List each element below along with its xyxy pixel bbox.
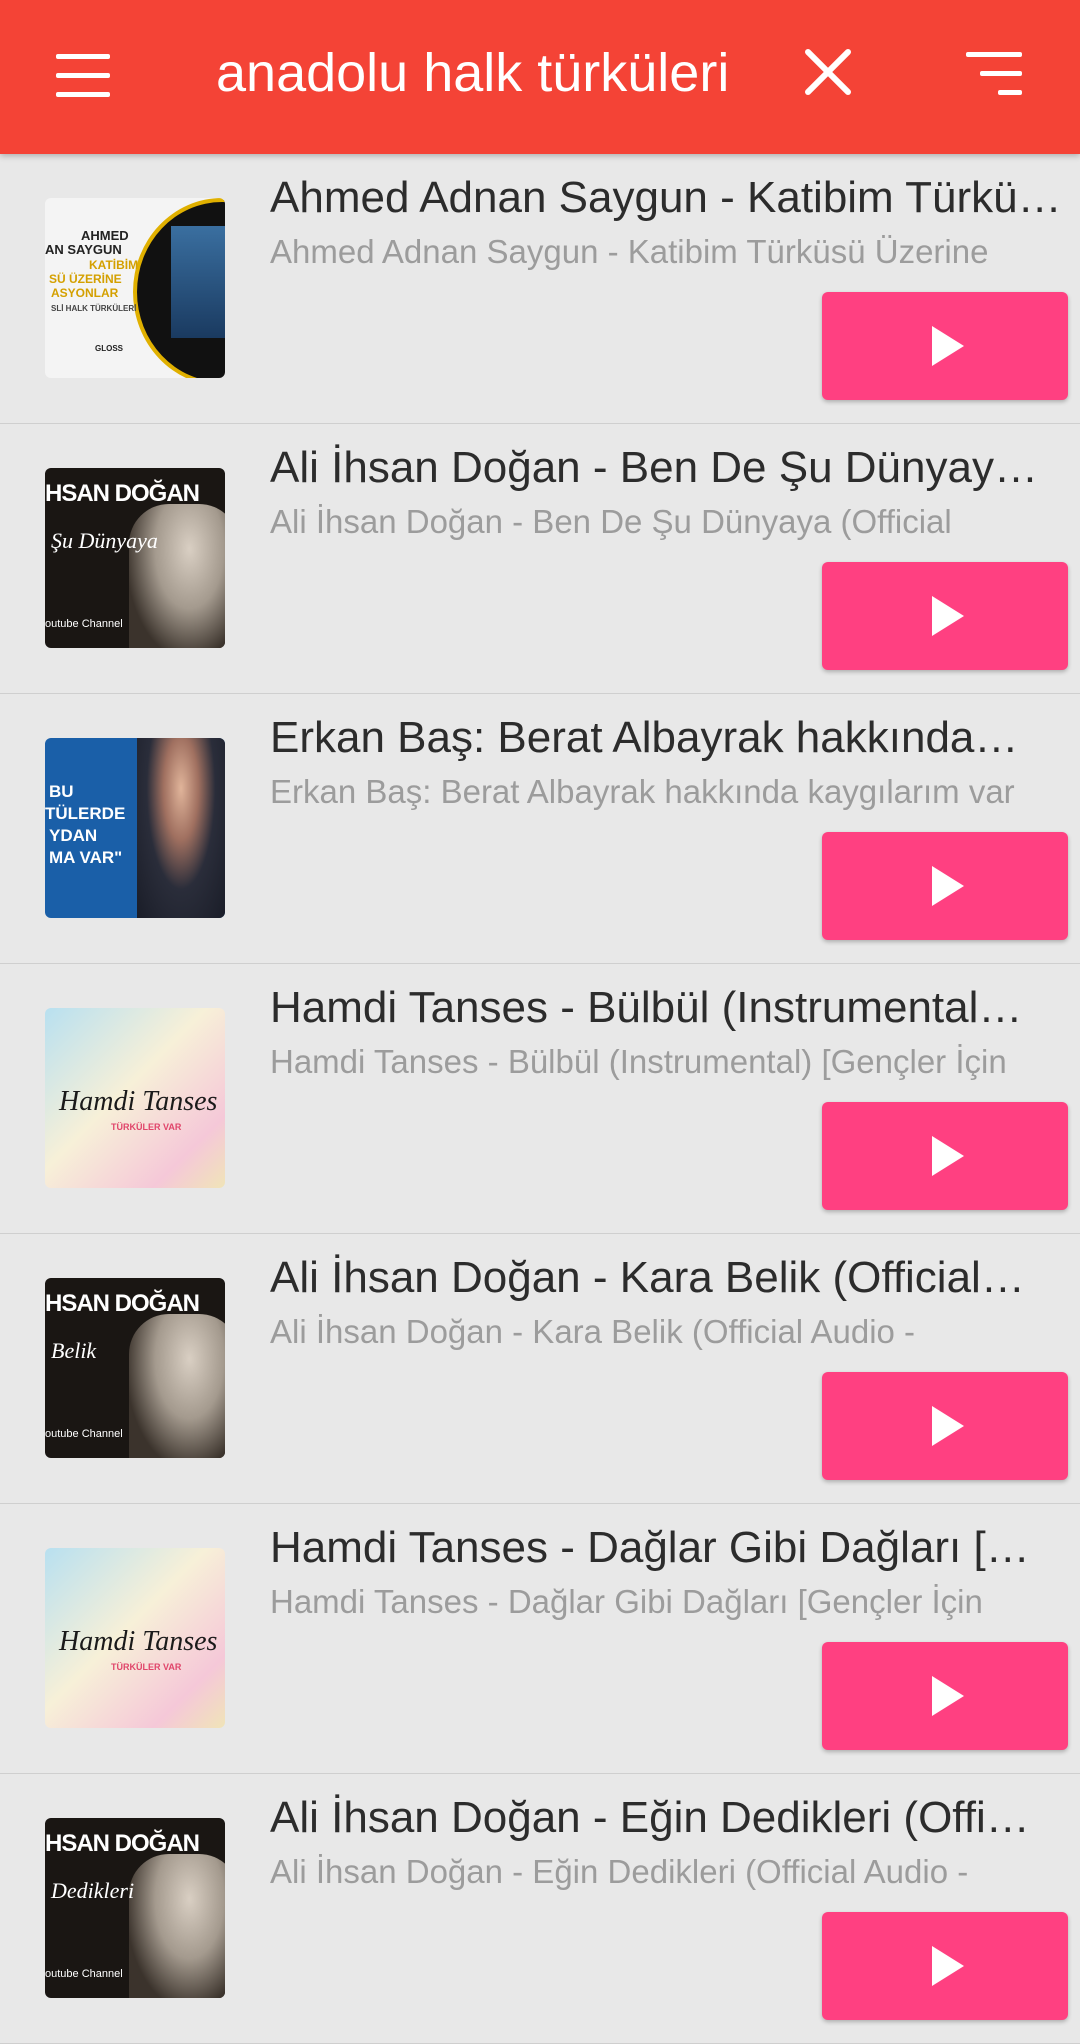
thumbnail-text: YDAN: [49, 826, 98, 845]
thumbnail-text: TÜLERDE: [45, 804, 126, 823]
list-item[interactable]: AHMED AN SAYGUN KATİBİM SÜ ÜZERİNE ASYONLAR S…: [0, 154, 1080, 424]
thumbnail-text: Hamdi Tanses: [59, 1626, 218, 1657]
search-query-title[interactable]: anadolu halk türküleri: [216, 38, 729, 108]
item-subtitle: Ali İhsan Doğan - Kara Belik (Official A…: [270, 1313, 916, 1350]
item-title[interactable]: Ali İhsan Doğan - Kara Belik (Official…: [270, 1246, 1080, 1310]
artist-photo: [129, 1854, 225, 1998]
menu-icon[interactable]: [48, 44, 116, 108]
play-button[interactable]: [822, 292, 1068, 400]
thumbnail-text: TÜRKÜLER VAR: [111, 1662, 182, 1672]
play-button[interactable]: [822, 1372, 1068, 1480]
item-subtitle: Ali İhsan Doğan - Ben De Şu Dünyaya (Off…: [270, 503, 952, 540]
thumbnail-text: SÜ ÜZERİNE: [49, 272, 122, 286]
app-bar: anadolu halk türküleri: [0, 0, 1080, 154]
thumbnail-text: outube Channel: [45, 618, 123, 630]
thumbnail-text: Hamdi Tanses: [59, 1086, 218, 1117]
list-item[interactable]: HSAN DOĞAN Belik outube Channel Ali İhsan D…: [0, 1234, 1080, 1504]
video-thumbnail[interactable]: HSAN DOĞAN Dedikleri outube Channel: [45, 1818, 225, 1998]
thumbnail-text: AN SAYGUN: [45, 242, 122, 257]
results-list: AHMED AN SAYGUN KATİBİM SÜ ÜZERİNE ASYONLAR S…: [0, 154, 1080, 2044]
play-button[interactable]: [822, 562, 1068, 670]
video-thumbnail[interactable]: Hamdi Tanses TÜRKÜLER VAR: [45, 1008, 225, 1188]
thumbnail-text: BU: [49, 782, 74, 801]
video-thumbnail[interactable]: HSAN DOĞAN Belik outube Channel: [45, 1278, 225, 1458]
video-thumbnail[interactable]: BU TÜLERDE YDAN MA VAR": [45, 738, 225, 918]
sort-icon[interactable]: [962, 44, 1030, 108]
video-thumbnail[interactable]: HSAN DOĞAN Şu Dünyaya outube Channel: [45, 468, 225, 648]
thumbnail-text: MA VAR": [49, 848, 123, 867]
list-item[interactable]: BU TÜLERDE YDAN MA VAR" Erkan Baş: Berat Alb…: [0, 694, 1080, 964]
thumbnail-text: AHMED: [81, 228, 129, 243]
artist-photo: [129, 1314, 225, 1458]
play-icon: [932, 866, 964, 906]
item-subtitle: Hamdi Tanses - Bülbül (Instrumental) [Ge…: [270, 1043, 1007, 1080]
list-item[interactable]: HSAN DOĞAN Şu Dünyaya outube Channel Ali İh…: [0, 424, 1080, 694]
thumbnail-text: TÜRKÜLER VAR: [111, 1122, 182, 1132]
item-subtitle: Ali İhsan Doğan - Eğin Dedikleri (Offici…: [270, 1853, 969, 1890]
thumbnail-text: HSAN DOĞAN: [45, 1290, 200, 1317]
thumbnail-text: Şu Dünyaya: [51, 528, 158, 553]
play-icon: [932, 1406, 964, 1446]
item-title[interactable]: Ali İhsan Doğan - Eğin Dedikleri (Offi…: [270, 1786, 1080, 1850]
play-button[interactable]: [822, 1102, 1068, 1210]
thumbnail-text: Dedikleri: [51, 1878, 135, 1903]
video-thumbnail[interactable]: AHMED AN SAYGUN KATİBİM SÜ ÜZERİNE ASYONLAR S…: [45, 198, 225, 378]
play-button[interactable]: [822, 1912, 1068, 2020]
video-thumbnail[interactable]: Hamdi Tanses TÜRKÜLER VAR: [45, 1548, 225, 1728]
close-icon[interactable]: [796, 40, 860, 104]
play-icon: [932, 1136, 964, 1176]
thumbnail-text: HSAN DOĞAN: [45, 480, 200, 507]
play-button[interactable]: [822, 1642, 1068, 1750]
list-item[interactable]: Hamdi Tanses TÜRKÜLER VAR Hamdi Tanses - B…: [0, 964, 1080, 1234]
thumbnail-text: outube Channel: [45, 1968, 123, 1980]
play-icon: [932, 596, 964, 636]
item-subtitle: Hamdi Tanses - Dağlar Gibi Dağları [Genç…: [270, 1583, 983, 1620]
thumbnail-text: ASYONLAR: [51, 286, 119, 300]
play-button[interactable]: [822, 832, 1068, 940]
item-title[interactable]: Erkan Baş: Berat Albayrak hakkında…: [270, 706, 1080, 770]
list-item[interactable]: Hamdi Tanses TÜRKÜLER VAR Hamdi Tanses - D…: [0, 1504, 1080, 1774]
item-title[interactable]: Hamdi Tanses - Bülbül (Instrumental…: [270, 976, 1080, 1040]
item-subtitle: Ahmed Adnan Saygun - Katibim Türküsü Üze…: [270, 233, 989, 270]
play-icon: [932, 1676, 964, 1716]
thumbnail-text: HSAN DOĞAN: [45, 1830, 200, 1857]
thumbnail-text: SLİ HALK TÜRKÜLERİ: [51, 304, 137, 313]
speaker-photo: [137, 738, 225, 918]
thumbnail-text: Belik: [51, 1338, 97, 1363]
play-icon: [932, 1946, 964, 1986]
album-cover-graphic: [171, 226, 225, 338]
item-subtitle: Erkan Baş: Berat Albayrak hakkında kaygı…: [270, 773, 1015, 810]
play-icon: [932, 326, 964, 366]
item-title[interactable]: Ali İhsan Doğan - Ben De Şu Dünyay…: [270, 436, 1080, 500]
thumbnail-text: outube Channel: [45, 1428, 123, 1440]
item-title[interactable]: Hamdi Tanses - Dağlar Gibi Dağları […: [270, 1516, 1080, 1580]
list-item[interactable]: HSAN DOĞAN Dedikleri outube Channel Ali İhs…: [0, 1774, 1080, 2044]
thumbnail-text: GLOSS: [95, 344, 124, 353]
item-title[interactable]: Ahmed Adnan Saygun - Katibim Türkü…: [270, 166, 1080, 230]
artist-photo: [129, 504, 225, 648]
thumbnail-text: KATİBİM: [89, 258, 139, 272]
